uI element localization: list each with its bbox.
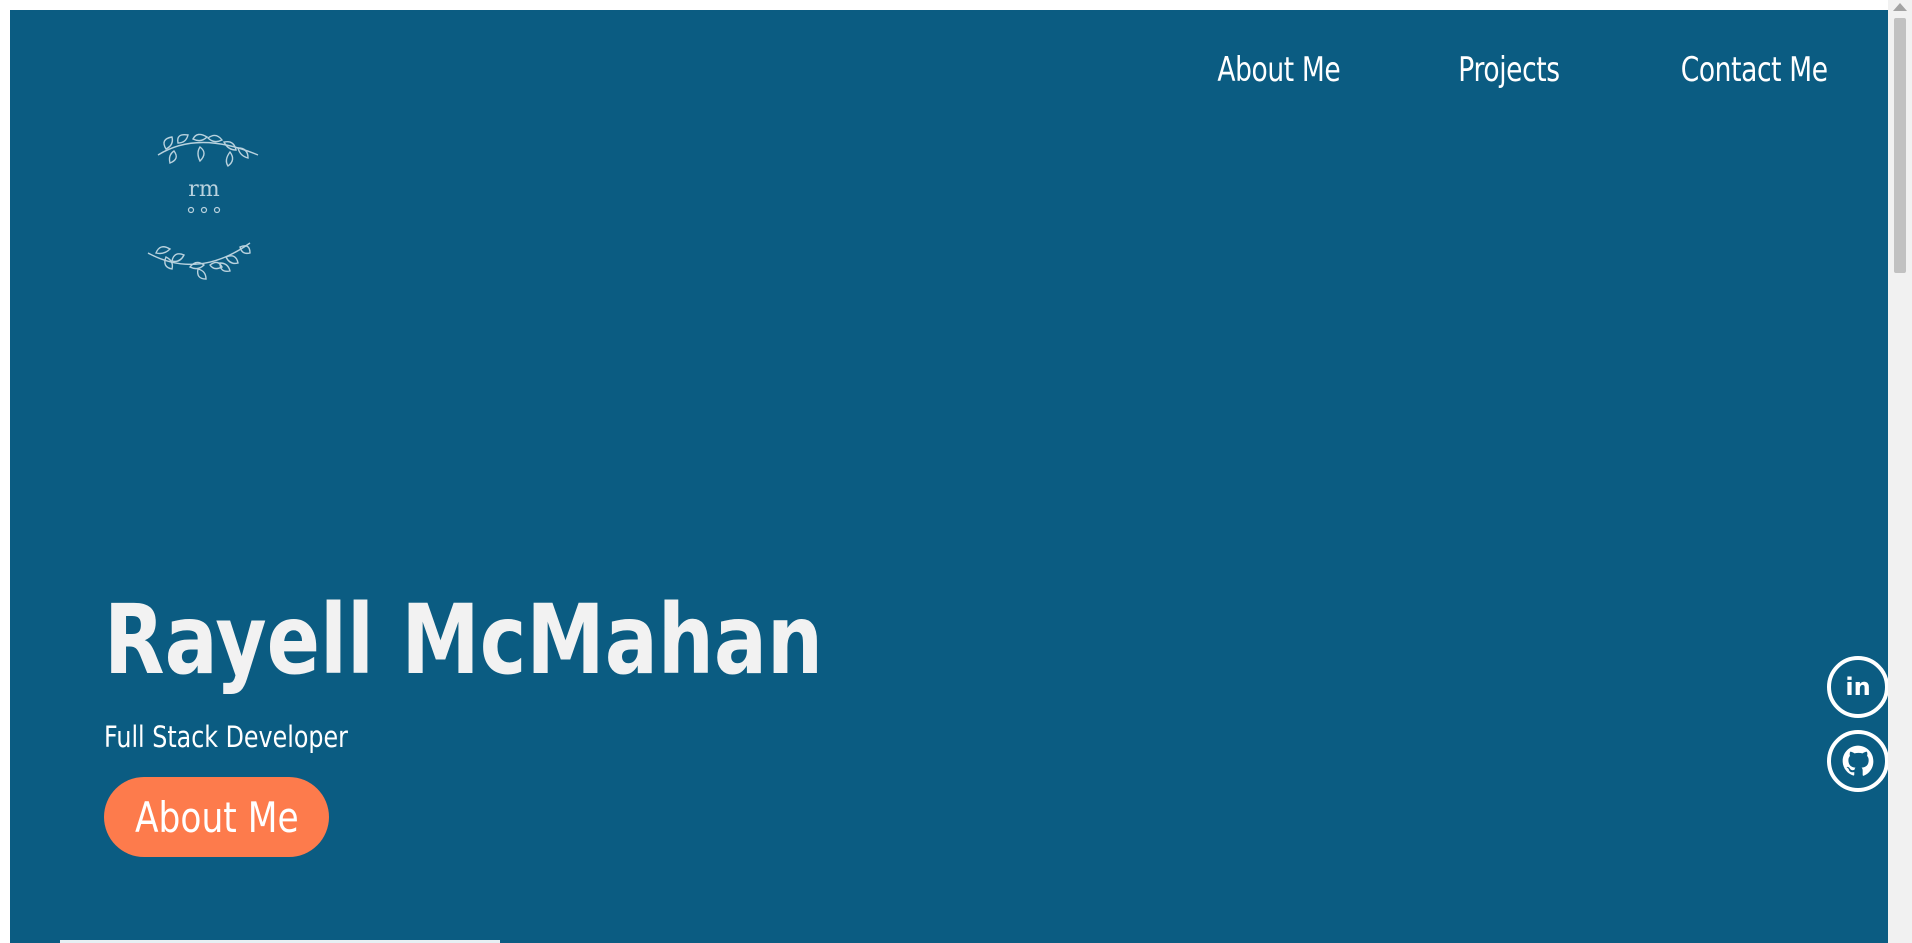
site-logo[interactable]: rm — [138, 125, 278, 290]
page-scrollbar[interactable] — [1888, 0, 1912, 943]
hero-section: About Me Projects Contact Me rm Rayell M… — [10, 10, 1888, 943]
hero-subtitle: Full Stack Developer — [104, 720, 348, 754]
nav-about-me[interactable]: About Me — [1217, 50, 1340, 90]
about-me-button-label: About Me — [134, 792, 299, 842]
hero-name: Rayell McMahan — [104, 584, 824, 696]
scrollbar-thumb[interactable] — [1894, 18, 1906, 273]
github-button[interactable] — [1827, 730, 1888, 792]
scroll-up-arrow-icon[interactable] — [1893, 3, 1907, 11]
laurel-wreath-logo-icon: rm — [147, 133, 259, 280]
about-me-button[interactable]: About Me — [104, 777, 329, 857]
logo-monogram: rm — [188, 177, 220, 202]
github-icon — [1842, 745, 1874, 776]
nav-contact-me[interactable]: Contact Me — [1680, 50, 1827, 90]
top-navigation: About Me Projects Contact Me — [1200, 50, 1848, 90]
linkedin-button[interactable]: in — [1827, 656, 1888, 718]
linkedin-icon: in — [1845, 673, 1871, 701]
nav-projects[interactable]: Projects — [1458, 50, 1560, 90]
